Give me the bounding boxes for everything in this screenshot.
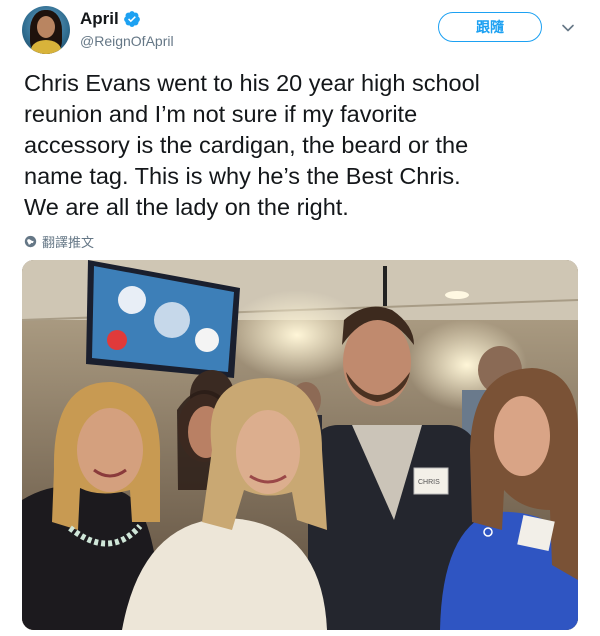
tweet-photo[interactable]: CHRIS: [22, 260, 578, 630]
author-display-name[interactable]: April: [80, 9, 119, 29]
follow-button[interactable]: 跟隨: [438, 12, 542, 42]
author-handle[interactable]: @ReignOfApril: [80, 33, 174, 49]
verified-icon: [123, 11, 140, 27]
globe-icon: [24, 235, 37, 248]
name-tag-text: CHRIS: [418, 479, 440, 486]
translate-tweet-label: 翻譯推文: [42, 235, 95, 250]
tweet-card: April @ReignOfApril 跟隨 Chris Evans went …: [0, 0, 600, 636]
chevron-down-icon[interactable]: [560, 20, 576, 36]
tweet-text: Chris Evans went to his 20 year high sch…: [24, 70, 480, 220]
author-name-row: April: [80, 9, 141, 29]
photo-illustration: CHRIS: [22, 260, 578, 630]
avatar[interactable]: [22, 6, 70, 54]
translate-tweet-link[interactable]: 翻譯推文: [24, 232, 94, 251]
